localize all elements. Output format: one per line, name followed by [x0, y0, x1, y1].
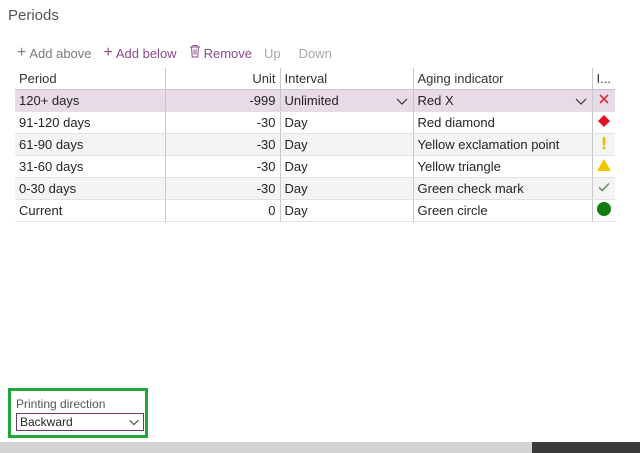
interval-cell[interactable]: Day	[279, 177, 413, 200]
unit-cell[interactable]: -30	[164, 155, 280, 178]
column-header-period[interactable]: Period	[15, 68, 165, 90]
printing-direction-label: Printing direction	[16, 397, 106, 411]
column-header-aging-indicator[interactable]: Aging indicator	[412, 68, 592, 90]
green-check-icon	[598, 182, 610, 192]
aging-indicator-cell[interactable]: Yellow triangle	[412, 155, 592, 178]
period-cell[interactable]: 91-120 days	[15, 111, 165, 134]
toolbar: + Add above + Add below Remove Up Down	[17, 44, 350, 62]
table-row[interactable]: Current 0 Day Green circle	[15, 199, 615, 222]
yellow-triangle-icon	[596, 159, 611, 171]
indicator-icon-cell	[591, 111, 615, 134]
aging-indicator-dropdown[interactable]: Red X	[412, 89, 592, 112]
table-row[interactable]: 31-60 days -30 Day Yellow triangle	[15, 155, 615, 178]
indicator-icon-cell	[591, 155, 615, 178]
plus-icon: +	[103, 44, 113, 61]
period-cell[interactable]: 31-60 days	[15, 155, 165, 178]
interval-cell[interactable]: Day	[279, 199, 413, 222]
unit-cell[interactable]: -30	[164, 133, 280, 156]
down-button[interactable]: Down	[299, 46, 332, 61]
interval-dropdown[interactable]: Unlimited	[279, 89, 413, 112]
printing-direction-highlight: Printing direction Backward	[8, 388, 148, 438]
section-title-periods: Periods	[8, 7, 59, 24]
period-cell[interactable]: Current	[15, 199, 165, 222]
remove-button[interactable]: Remove	[189, 44, 252, 62]
up-label: Up	[264, 45, 281, 61]
add-above-label: Add above	[29, 45, 92, 61]
column-header-unit[interactable]: Unit	[164, 68, 280, 90]
add-above-button[interactable]: + Add above	[17, 45, 92, 61]
column-header-indicator-icon[interactable]: I...	[591, 68, 615, 90]
unit-cell[interactable]: -30	[164, 177, 280, 200]
red-x-icon	[599, 94, 609, 104]
grid-header-row: Period Unit Interval Aging indicator I..…	[15, 68, 615, 90]
table-row[interactable]: 120+ days -999 Unlimited Red X	[15, 89, 615, 112]
period-cell[interactable]: 61-90 days	[15, 133, 165, 156]
interval-cell[interactable]: Day	[279, 133, 413, 156]
green-circle-icon	[596, 202, 611, 216]
aging-indicator-cell[interactable]: Red diamond	[412, 111, 592, 134]
down-label: Down	[298, 45, 332, 61]
unit-cell[interactable]: -30	[164, 111, 280, 134]
printing-direction-value: Backward	[20, 415, 73, 429]
table-row[interactable]: 0-30 days -30 Day Green check mark	[15, 177, 615, 200]
interval-cell[interactable]: Day	[279, 155, 413, 178]
interval-value: Unlimited	[284, 93, 339, 108]
unit-cell[interactable]: 0	[164, 199, 280, 222]
printing-direction-select[interactable]: Backward	[16, 413, 144, 431]
aging-indicator-value: Red X	[417, 93, 454, 108]
period-cell[interactable]: 120+ days	[15, 89, 165, 112]
red-diamond-icon	[597, 115, 610, 127]
plus-icon: +	[17, 44, 27, 61]
aging-indicator-cell[interactable]: Green check mark	[412, 177, 592, 200]
column-header-interval[interactable]: Interval	[279, 68, 413, 90]
indicator-icon-cell	[591, 199, 615, 222]
yellow-exclamation-icon	[602, 137, 606, 150]
periods-grid: Period Unit Interval Aging indicator I..…	[15, 68, 615, 222]
table-row[interactable]: 91-120 days -30 Day Red diamond	[15, 111, 615, 134]
indicator-icon-cell	[591, 177, 615, 200]
chevron-down-icon[interactable]	[395, 94, 409, 108]
unit-cell[interactable]: -999	[164, 89, 280, 112]
trash-icon	[189, 44, 201, 62]
remove-label: Remove	[203, 45, 252, 61]
chevron-down-icon[interactable]	[128, 416, 140, 428]
period-cell[interactable]: 0-30 days	[15, 177, 165, 200]
indicator-icon-cell	[591, 89, 615, 112]
indicator-icon-cell	[591, 133, 615, 156]
table-row[interactable]: 61-90 days -30 Day Yellow exclamation po…	[15, 133, 615, 156]
chevron-down-icon[interactable]	[574, 94, 588, 108]
up-button[interactable]: Up	[264, 46, 281, 61]
add-below-label: Add below	[115, 45, 177, 61]
interval-cell[interactable]: Day	[279, 111, 413, 134]
taskbar-fragment	[532, 442, 640, 453]
add-below-button[interactable]: + Add below	[104, 45, 177, 61]
aging-indicator-cell[interactable]: Yellow exclamation point	[412, 133, 592, 156]
aging-indicator-cell[interactable]: Green circle	[412, 199, 592, 222]
